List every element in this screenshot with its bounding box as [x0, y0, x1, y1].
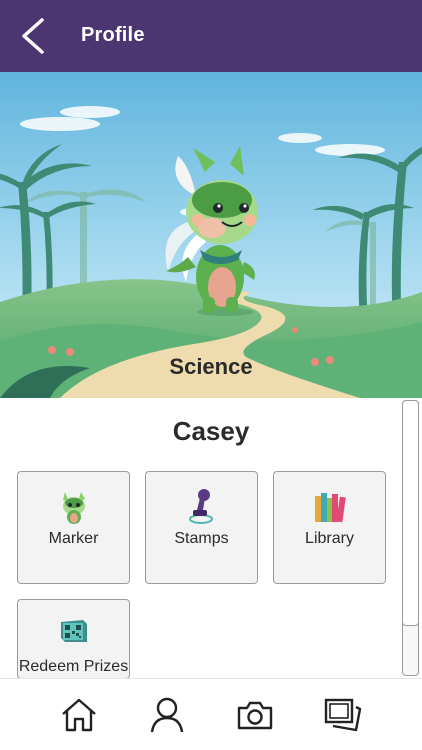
hero-banner: Science [0, 72, 422, 398]
back-button[interactable] [14, 14, 58, 58]
marker-tile[interactable]: Marker [17, 471, 130, 584]
stamps-tile[interactable]: Stamps [145, 471, 258, 584]
marker-tile-label: Marker [48, 530, 99, 547]
scrollbar-thumb[interactable] [402, 400, 419, 626]
user-name: Casey [172, 416, 250, 446]
hero-subject-label: Science [169, 354, 253, 379]
profile-icon [150, 697, 184, 733]
app-header: Profile [0, 0, 422, 72]
stamps-tile-label: Stamps [174, 530, 229, 547]
hero-illustration [0, 72, 422, 398]
profile-content: Casey Marker Stamps Library Redeem Prize… [0, 398, 400, 678]
chevron-left-icon [22, 18, 44, 54]
books-icon [314, 493, 346, 523]
qr-code-icon [60, 620, 87, 642]
gallery-icon [324, 698, 362, 732]
page-title: Profile [81, 24, 145, 46]
library-tile-label: Library [305, 530, 354, 547]
nav-home-button[interactable] [57, 693, 101, 737]
content-scrollbar[interactable] [401, 398, 420, 678]
home-icon [62, 698, 96, 732]
redeem-prizes-tile-label: Redeem Prizes [18, 658, 129, 675]
bottom-navigation [0, 678, 422, 750]
stamp-icon [188, 489, 213, 524]
nav-profile-button[interactable] [145, 693, 189, 737]
nav-camera-button[interactable] [233, 693, 277, 737]
nav-gallery-button[interactable] [321, 693, 365, 737]
redeem-prizes-tile[interactable]: Redeem Prizes [17, 599, 130, 678]
camera-icon [237, 701, 273, 730]
dragon-marker-icon [62, 492, 85, 524]
library-tile[interactable]: Library [273, 471, 386, 584]
